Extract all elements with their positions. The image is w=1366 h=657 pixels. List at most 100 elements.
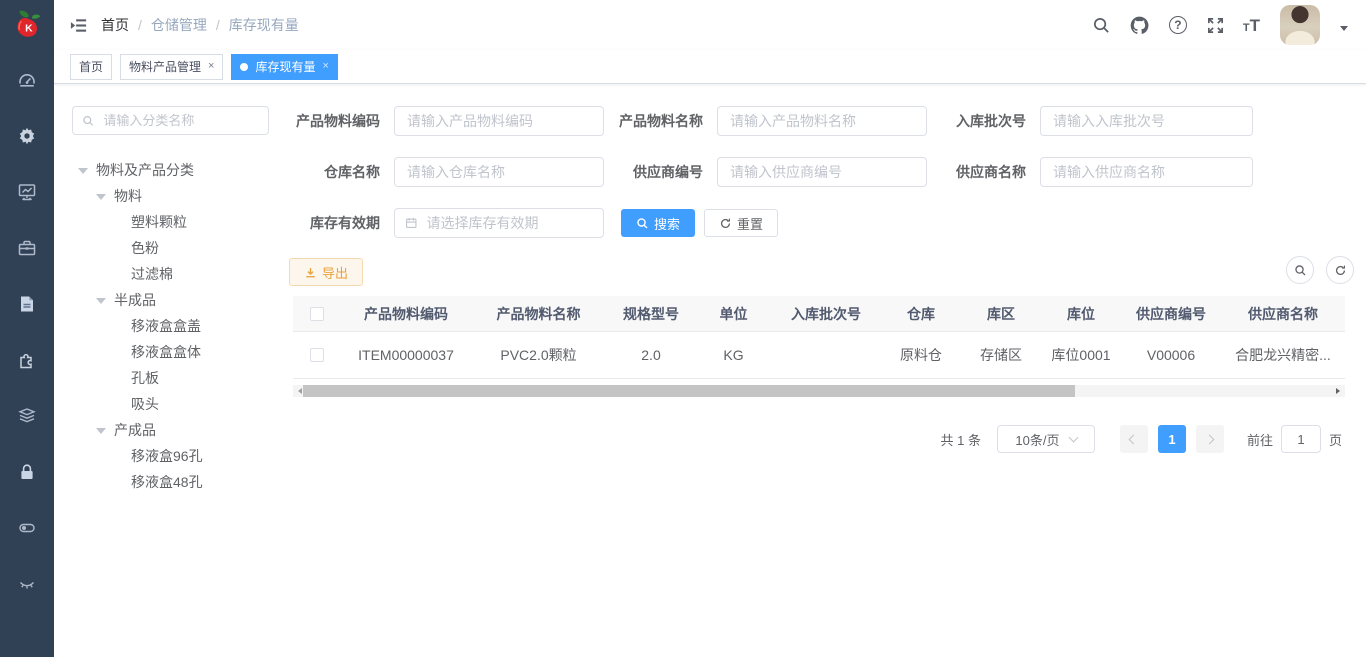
- caret-down-icon[interactable]: [78, 168, 88, 179]
- tree-node[interactable]: 塑料颗粒: [54, 209, 285, 235]
- breadcrumb-separator: /: [216, 17, 220, 33]
- select-all-checkbox[interactable]: [310, 307, 324, 321]
- row-checkbox[interactable]: [310, 348, 324, 362]
- refresh-icon: [1334, 264, 1347, 277]
- sidebar-item-permission[interactable]: [0, 444, 54, 500]
- horizontal-scrollbar[interactable]: [293, 385, 1345, 397]
- tree-node[interactable]: 移液盒盒盖: [54, 313, 285, 339]
- tree-node[interactable]: 色粉: [54, 235, 285, 261]
- sidebar-item-system[interactable]: [0, 108, 54, 164]
- sidebar-item-monitor[interactable]: [0, 164, 54, 220]
- sidebar-menu: [0, 52, 54, 612]
- main-content: 产品物料编码 产品物料名称 入库批次号 仓库名称 供应商编号 供应商名称 库存有…: [285, 84, 1366, 657]
- search-icon: [1092, 16, 1111, 35]
- tree-node[interactable]: 孔板: [54, 365, 285, 391]
- table-row[interactable]: ITEM00000037 PVC2.0颗粒 2.0 KG 原料仓 存储区 库位0…: [293, 332, 1345, 379]
- field-supplier-code: 供应商编号: [603, 157, 927, 187]
- sidebar-toggle-button[interactable]: [54, 16, 101, 35]
- header-search-button[interactable]: [1091, 14, 1113, 36]
- monitor-chart-icon: [17, 182, 37, 202]
- item-code-input[interactable]: [405, 112, 593, 130]
- search-icon: [1294, 264, 1307, 277]
- item-name-input[interactable]: [728, 112, 916, 130]
- field-item-name: 产品物料名称: [603, 106, 927, 136]
- warehouse-name-input[interactable]: [405, 163, 593, 181]
- eye-closed-icon: [17, 574, 37, 594]
- strawberry-logo-icon: K: [10, 8, 44, 42]
- supplier-name-input[interactable]: [1051, 163, 1242, 181]
- expiry-date-input[interactable]: [425, 214, 593, 232]
- pagination: 共 1 条 10条/页 1 前往 页: [941, 425, 1343, 453]
- breadcrumb-home[interactable]: 首页: [101, 15, 129, 35]
- tree-node[interactable]: 移液盒盒体: [54, 339, 285, 365]
- tree-node[interactable]: 物料: [54, 183, 285, 209]
- font-size-icon: T: [1243, 23, 1250, 34]
- sidebar-item-switch[interactable]: [0, 500, 54, 556]
- category-search-box: [72, 106, 269, 135]
- github-icon: [1129, 15, 1150, 36]
- pagination-total: 共 1 条: [941, 430, 981, 449]
- fullscreen-icon: [1206, 16, 1225, 35]
- sidebar-item-hidden[interactable]: [0, 556, 54, 612]
- caret-down-icon[interactable]: [96, 194, 106, 205]
- tree-node[interactable]: 物料及产品分类: [54, 157, 285, 183]
- user-avatar[interactable]: [1280, 5, 1320, 45]
- tree-node[interactable]: 吸头: [54, 391, 285, 417]
- batch-no-input[interactable]: [1051, 112, 1242, 130]
- category-tree: 物料及产品分类 物料 塑料颗粒 色粉 过滤棉 半成品 移液盒盒盖 移液盒盒体 孔…: [54, 157, 285, 495]
- prev-page-button[interactable]: [1120, 425, 1148, 453]
- sidebar-item-dashboard[interactable]: [0, 52, 54, 108]
- font-size-button[interactable]: TT: [1243, 17, 1260, 34]
- field-batch-no: 入库批次号: [926, 106, 1253, 136]
- scroll-left-icon[interactable]: [295, 388, 302, 394]
- close-icon[interactable]: ×: [322, 61, 328, 72]
- tree-node[interactable]: 半成品: [54, 287, 285, 313]
- scroll-right-icon[interactable]: [1336, 388, 1343, 394]
- app-logo[interactable]: K: [0, 0, 54, 50]
- tree-node[interactable]: 产成品: [54, 417, 285, 443]
- export-button[interactable]: 导出: [289, 258, 363, 286]
- caret-down-icon[interactable]: [96, 298, 106, 309]
- help-button[interactable]: ?: [1167, 14, 1189, 36]
- reset-button[interactable]: 重置: [704, 209, 778, 237]
- chevron-right-icon: [1205, 434, 1215, 444]
- refresh-icon: [719, 217, 732, 230]
- tree-node[interactable]: 移液盒48孔: [54, 469, 285, 495]
- github-link-button[interactable]: [1129, 14, 1151, 36]
- tab-home[interactable]: 首页: [70, 54, 112, 80]
- sidebar-item-plugin[interactable]: [0, 332, 54, 388]
- tab-material-product[interactable]: 物料产品管理 ×: [120, 54, 223, 80]
- toolbox-icon: [17, 238, 37, 258]
- fullscreen-button[interactable]: [1205, 14, 1227, 36]
- sidebar-item-tools[interactable]: [0, 220, 54, 276]
- sidebar-item-layers[interactable]: [0, 388, 54, 444]
- field-item-code: 产品物料编码: [280, 106, 604, 136]
- sidebar-item-document[interactable]: [0, 276, 54, 332]
- toggle-search-button[interactable]: [1286, 256, 1314, 284]
- gear-icon: [17, 126, 37, 146]
- page-size-select[interactable]: 10条/页: [997, 425, 1095, 453]
- next-page-button[interactable]: [1196, 425, 1224, 453]
- scrollbar-thumb[interactable]: [303, 385, 1075, 397]
- layers-icon: [17, 406, 37, 426]
- supplier-code-input[interactable]: [728, 163, 916, 181]
- breadcrumb-warehouse[interactable]: 仓储管理: [151, 15, 207, 35]
- top-header: 首页 / 仓储管理 / 库存现有量 ?: [54, 0, 1366, 50]
- tree-node[interactable]: 移液盒96孔: [54, 443, 285, 469]
- caret-down-icon[interactable]: [1340, 26, 1348, 35]
- caret-down-icon[interactable]: [96, 428, 106, 439]
- header-actions: ? TT: [1091, 5, 1366, 45]
- page-number-button[interactable]: 1: [1158, 425, 1186, 453]
- tree-node[interactable]: 过滤棉: [54, 261, 285, 287]
- close-icon[interactable]: ×: [208, 61, 214, 72]
- breadcrumb: 首页 / 仓储管理 / 库存现有量: [101, 15, 299, 35]
- field-warehouse-name: 仓库名称: [280, 157, 604, 187]
- table-header-row: 产品物料编码 产品物料名称 规格型号 单位 入库批次号 仓库 库区 库位 供应商…: [293, 296, 1345, 332]
- breadcrumb-separator: /: [138, 17, 142, 33]
- category-search-input[interactable]: [101, 112, 259, 129]
- tab-inventory-current[interactable]: 库存现有量 ×: [231, 54, 337, 80]
- search-button[interactable]: 搜索: [621, 209, 695, 237]
- goto-page-input[interactable]: [1281, 425, 1321, 453]
- puzzle-icon: [17, 350, 37, 370]
- refresh-table-button[interactable]: [1326, 256, 1354, 284]
